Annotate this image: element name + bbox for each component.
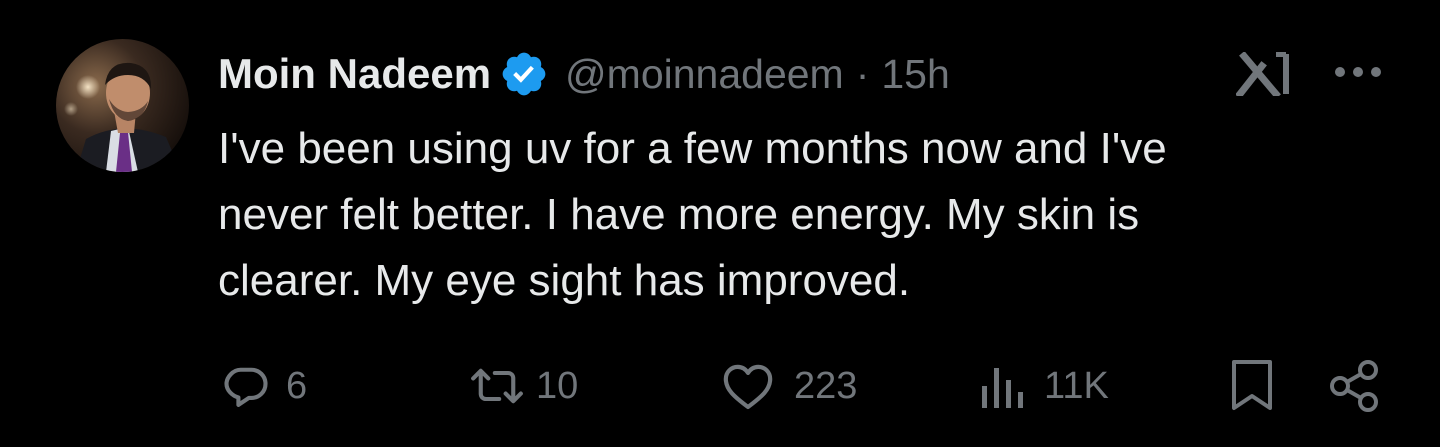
like-button[interactable]: 223 — [720, 358, 857, 414]
tweet-text: I've been using uv for a few months now … — [218, 116, 1348, 314]
views-button[interactable]: 11K — [980, 358, 1109, 414]
tweet-text-line: I've been using uv for a few months now … — [218, 124, 1167, 173]
tweet-text-line: never felt better. I have more energy. M… — [218, 190, 1140, 239]
views-icon — [980, 360, 1026, 412]
grok-icon[interactable] — [1235, 51, 1292, 99]
timestamp[interactable]: 15h — [881, 51, 949, 98]
author-handle[interactable]: @moinnadeem — [565, 51, 844, 98]
reply-button[interactable]: 6 — [220, 358, 307, 414]
separator-dot: · — [855, 50, 870, 97]
tweet-text-line: clearer. My eye sight has improved. — [218, 256, 911, 305]
repost-icon — [466, 360, 528, 412]
repost-count: 10 — [536, 364, 579, 407]
views-count: 11K — [1044, 364, 1109, 407]
reply-count: 6 — [286, 364, 308, 407]
like-icon — [720, 360, 776, 412]
verified-badge-icon[interactable] — [499, 49, 549, 99]
reply-icon — [220, 360, 272, 412]
more-icon[interactable] — [1330, 62, 1386, 82]
share-button[interactable] — [1328, 358, 1382, 414]
tweet[interactable]: Moin Nadeem @moinnadeem · 15h I've been … — [0, 0, 1440, 447]
author-avatar[interactable] — [56, 39, 189, 172]
bookmark-button[interactable] — [1228, 358, 1276, 414]
bookmark-icon — [1228, 358, 1276, 414]
like-count: 223 — [794, 364, 858, 407]
tweet-action-bar: 6 10 223 11K — [0, 358, 1440, 414]
repost-button[interactable]: 10 — [466, 358, 578, 414]
author-display-name[interactable]: Moin Nadeem — [218, 50, 491, 98]
share-icon — [1328, 358, 1382, 414]
tweet-header: Moin Nadeem @moinnadeem · 15h — [218, 46, 950, 102]
